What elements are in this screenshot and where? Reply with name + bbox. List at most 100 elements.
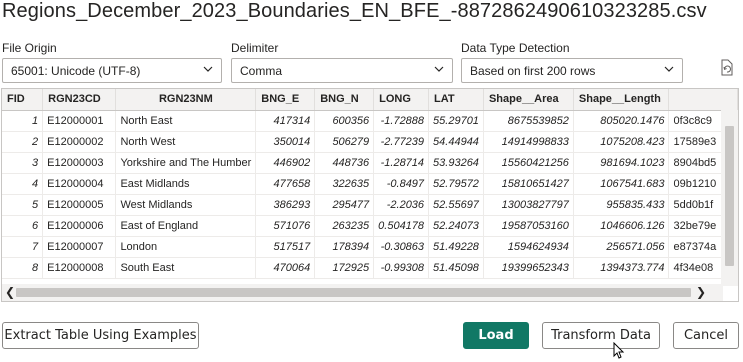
- table-cell: 263235: [314, 215, 375, 237]
- column-header[interactable]: LONG: [373, 89, 430, 111]
- horizontal-scroll-thumb[interactable]: [16, 288, 691, 297]
- table-cell: 5: [2, 194, 44, 216]
- table-cell: 178394: [314, 236, 375, 258]
- table-cell: 448736: [314, 152, 375, 174]
- table-cell: 3: [2, 152, 44, 174]
- table-cell: 51.49228: [428, 236, 484, 258]
- column-header[interactable]: Shape__Area: [483, 89, 574, 111]
- table-cell: E12000008: [42, 257, 117, 279]
- table-cell: -1.28714: [373, 152, 430, 174]
- file-origin-dropdown[interactable]: 65001: Unicode (UTF-8): [2, 58, 222, 83]
- horizontal-scrollbar[interactable]: ❮ ❯: [2, 284, 723, 301]
- table-cell: 52.79572: [428, 173, 484, 195]
- preview-grid: FID RGN23CD RGN23NM BNG_E BNG_N LONG LAT…: [2, 89, 738, 279]
- table-cell: 322635: [314, 173, 375, 195]
- column-header[interactable]: [668, 89, 738, 111]
- table-cell: E12000005: [42, 194, 117, 216]
- delimiter-label: Delimiter: [231, 41, 279, 55]
- table-cell: 1394373.774: [573, 257, 670, 279]
- table-row: 8 E12000008 South East 470064 172925 -0.99308…: [2, 257, 738, 279]
- table-cell: South East: [115, 257, 257, 279]
- table-cell: 54.44944: [428, 131, 484, 153]
- table-row: 7 E12000007 London 517517 178394 -0.30863 51.4…: [2, 236, 738, 258]
- table-cell: 0.504178: [373, 215, 430, 237]
- table-cell: 19587053160: [483, 215, 574, 237]
- chevron-down-icon: [434, 66, 444, 72]
- column-header[interactable]: BNG_E: [255, 89, 316, 111]
- vertical-scroll-thumb[interactable]: [725, 126, 734, 266]
- extract-table-button[interactable]: Extract Table Using Examples: [2, 322, 199, 349]
- table-cell: -2.2036: [373, 194, 430, 216]
- table-cell: 517517: [255, 236, 316, 258]
- detection-value: Based on first 200 rows: [470, 64, 596, 78]
- table-cell: 1075208.423: [573, 131, 670, 153]
- table-cell: 256571.056: [573, 236, 670, 258]
- table-cell: West Midlands: [115, 194, 257, 216]
- table-cell: -0.99308: [373, 257, 430, 279]
- table-cell: 55.29701: [428, 110, 484, 132]
- mouse-cursor-icon: [613, 342, 625, 359]
- column-header[interactable]: RGN23NM: [115, 89, 257, 111]
- table-cell: 506279: [314, 131, 375, 153]
- table-cell: E12000007: [42, 236, 117, 258]
- table-cell: E12000002: [42, 131, 117, 153]
- table-cell: 52.55697: [428, 194, 484, 216]
- table-cell: E12000003: [42, 152, 117, 174]
- dialog-title: Regions_December_2023_Boundaries_EN_BFE_…: [2, 0, 707, 22]
- table-cell: 6: [2, 215, 44, 237]
- table-row: 5 E12000005 West Midlands 386293 295477 -2.20…: [2, 194, 738, 216]
- table-cell: 386293: [255, 194, 316, 216]
- table-cell: -0.8497: [373, 173, 430, 195]
- table-cell: 2: [2, 131, 44, 153]
- table-cell: North West: [115, 131, 257, 153]
- table-row: 6 E12000006 East of England 571076 263235 0.5…: [2, 215, 738, 237]
- table-row: 2 E12000002 North West 350014 506279 -2.77239…: [2, 131, 738, 153]
- table-cell: 295477: [314, 194, 375, 216]
- detection-dropdown[interactable]: Based on first 200 rows: [461, 58, 683, 83]
- table-cell: 805020.1476: [573, 110, 670, 132]
- column-header[interactable]: RGN23CD: [42, 89, 117, 111]
- file-origin-value: 65001: Unicode (UTF-8): [11, 64, 141, 78]
- load-button[interactable]: Load: [463, 322, 529, 349]
- delimiter-value: Comma: [240, 64, 283, 78]
- table-cell: E12000001: [42, 110, 117, 132]
- table-cell: North East: [115, 110, 257, 132]
- table-cell: 571076: [255, 215, 316, 237]
- column-header[interactable]: Shape__Length: [573, 89, 670, 111]
- header-row: FID RGN23CD RGN23NM BNG_E BNG_N LONG LAT…: [2, 89, 738, 111]
- table-cell: East of England: [115, 215, 257, 237]
- column-header[interactable]: FID: [2, 89, 44, 111]
- table-cell: 470064: [255, 257, 316, 279]
- data-preview-table[interactable]: FID RGN23CD RGN23NM BNG_E BNG_N LONG LAT…: [1, 88, 739, 302]
- scroll-left-icon[interactable]: ❮: [5, 286, 15, 298]
- table-cell: London: [115, 236, 257, 258]
- table-cell: 600356: [314, 110, 375, 132]
- refresh-icon[interactable]: [716, 58, 736, 78]
- table-cell: 446902: [255, 152, 316, 174]
- table-cell: 1594624934: [483, 236, 574, 258]
- delimiter-dropdown[interactable]: Comma: [231, 58, 453, 83]
- table-cell: 53.93264: [428, 152, 484, 174]
- table-cell: 417314: [255, 110, 316, 132]
- table-cell: 8: [2, 257, 44, 279]
- column-header[interactable]: LAT: [428, 89, 484, 111]
- table-cell: -0.30863: [373, 236, 430, 258]
- table-cell: 13003827797: [483, 194, 574, 216]
- chevron-down-icon: [203, 66, 213, 72]
- table-cell: 1: [2, 110, 44, 132]
- cancel-button[interactable]: Cancel: [673, 322, 739, 349]
- table-cell: 7: [2, 236, 44, 258]
- scroll-right-icon[interactable]: ❯: [696, 286, 706, 298]
- table-cell: E12000006: [42, 215, 117, 237]
- transform-data-button[interactable]: Transform Data: [542, 322, 660, 349]
- table-cell: 477658: [255, 173, 316, 195]
- table-cell: 8675539852: [483, 110, 574, 132]
- detection-label: Data Type Detection: [461, 41, 570, 55]
- table-cell: 15810651427: [483, 173, 574, 195]
- table-cell: 51.45098: [428, 257, 484, 279]
- vertical-scrollbar[interactable]: [721, 110, 738, 286]
- table-cell: Yorkshire and The Humber: [115, 152, 257, 174]
- table-cell: 955835.433: [573, 194, 670, 216]
- column-header[interactable]: BNG_N: [314, 89, 375, 111]
- table-cell: 15560421256: [483, 152, 574, 174]
